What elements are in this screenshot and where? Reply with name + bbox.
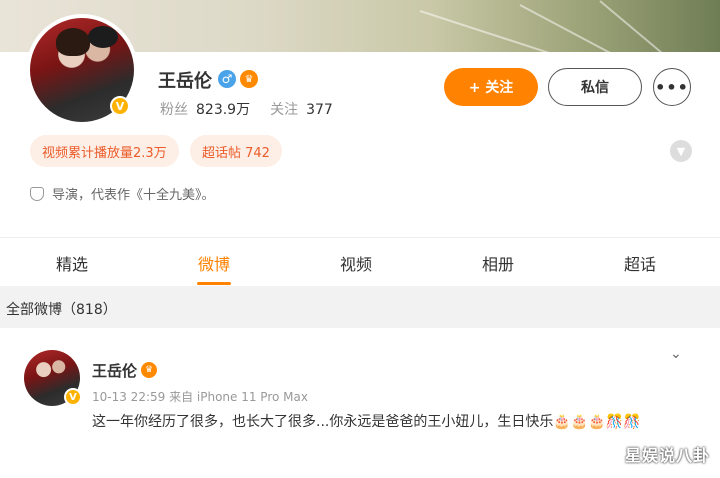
watermark: 星娱说八卦 [624, 446, 710, 465]
post-author[interactable]: 王岳伦 [92, 360, 137, 381]
verified-icon: V [110, 96, 130, 116]
bio-text: 导演，代表作《十全九美》。 [52, 188, 215, 203]
supertopic-tag[interactable]: 超话帖 742 [190, 135, 282, 167]
profile-name: 王岳伦 [158, 71, 212, 92]
crown-icon[interactable]: ♛ [240, 70, 258, 88]
chevron-down-icon[interactable]: ⌄ [670, 346, 682, 362]
tab-supertopic[interactable]: 超话 [590, 238, 690, 287]
profile-header: V 王岳伦 ♂ ♛ 粉丝 823.9万 关注 377 + 关注 私信 ••• 视频累… [0, 14, 720, 237]
profile-tabs: 精选 微博 视频 相册 超话 [0, 237, 720, 286]
tab-featured[interactable]: 精选 [22, 238, 122, 287]
weibo-count: 全部微博（818） [6, 302, 117, 318]
profile-stats: 粉丝 823.9万 关注 377 [160, 99, 333, 119]
tab-video[interactable]: 视频 [306, 238, 406, 287]
shield-icon [30, 186, 44, 201]
crown-icon: ♛ [141, 362, 157, 378]
following-stat[interactable]: 关注 377 [270, 99, 333, 119]
message-button[interactable]: 私信 [548, 68, 642, 106]
follow-button[interactable]: + 关注 [444, 68, 538, 106]
video-plays-tag[interactable]: 视频累计播放量2.3万 [30, 135, 179, 167]
verified-icon: V [64, 388, 82, 406]
chevron-down-icon[interactable]: ▼ [670, 140, 692, 162]
post-meta: 10-13 22:59 来自 iPhone 11 Pro Max [92, 390, 308, 404]
post-text: 这一年你经历了很多，也长大了很多...你永远是爸爸的王小妞儿，生日快乐🎂🎂🎂🎊🎊 [92, 414, 641, 430]
weibo-post: V 王岳伦 ♛ 10-13 22:59 来自 iPhone 11 Pro Max… [0, 328, 720, 478]
followers-stat[interactable]: 粉丝 823.9万 [160, 99, 250, 119]
male-icon: ♂ [218, 70, 236, 88]
tab-album[interactable]: 相册 [448, 238, 548, 287]
more-button[interactable]: ••• [653, 68, 691, 106]
profile-bio: 导演，代表作《十全九美》。 [30, 184, 215, 203]
tab-weibo[interactable]: 微博 [164, 238, 264, 287]
